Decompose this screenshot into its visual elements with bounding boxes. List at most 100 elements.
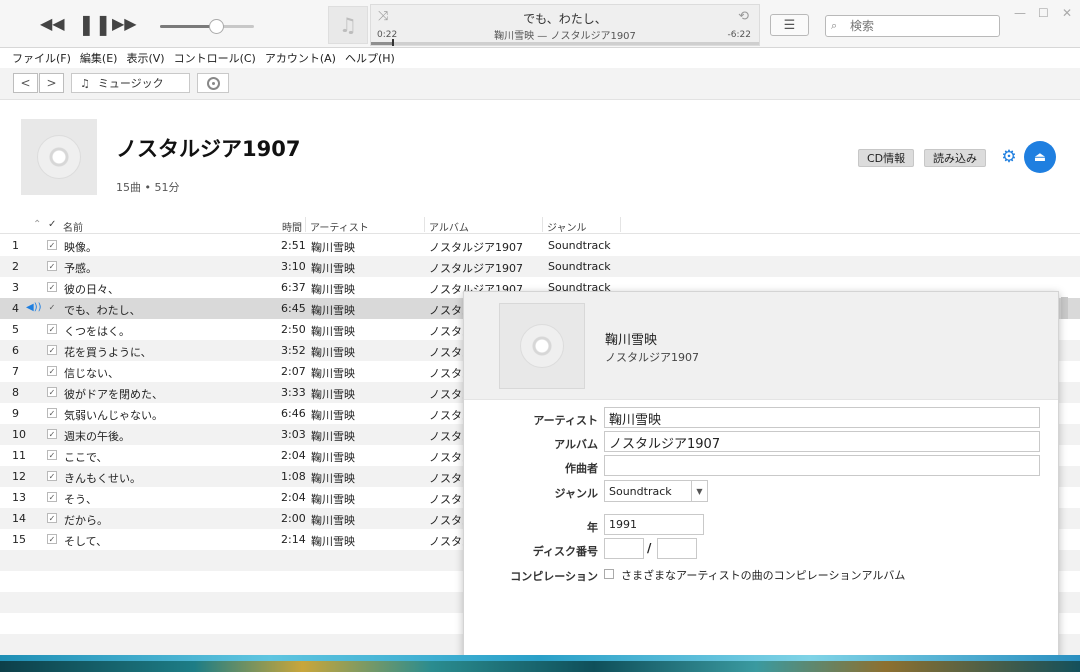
track-artist: 鞠川雪映: [311, 367, 355, 380]
year-field[interactable]: 1991: [604, 514, 704, 535]
cd-info-button[interactable]: CD情報: [858, 149, 915, 167]
track-checkbox[interactable]: ✓: [47, 429, 57, 439]
track-number: 3: [12, 281, 19, 294]
track-name: ここで、: [64, 451, 108, 464]
album-field[interactable]: ノスタルジア1907: [604, 431, 1040, 452]
track-checkbox[interactable]: ✓: [47, 387, 57, 397]
track-artist: 鞠川雪映: [311, 304, 355, 317]
column-album[interactable]: アルバム: [429, 219, 469, 234]
maximize-icon[interactable]: ☐: [1038, 6, 1049, 20]
scrollbar-thumb[interactable]: [1061, 297, 1068, 319]
track-checkbox[interactable]: ✓: [47, 303, 57, 313]
desktop-background: [0, 655, 1080, 672]
track-checkbox[interactable]: ✓: [47, 513, 57, 523]
close-icon[interactable]: ✕: [1062, 6, 1072, 20]
menu-file[interactable]: ファイル(F): [12, 50, 71, 66]
minimize-icon[interactable]: —: [1014, 6, 1026, 20]
genre-select[interactable]: Soundtrack ▼: [604, 480, 708, 502]
track-row[interactable]: 2 ✓ 予感。 3:10 鞠川雪映 ノスタルジア1907 Soundtrack: [0, 256, 1080, 277]
artist-field[interactable]: 鞠川雪映: [604, 407, 1040, 428]
track-artist: 鞠川雪映: [311, 493, 355, 506]
track-artist: 鞠川雪映: [311, 325, 355, 338]
track-number: 5: [12, 323, 19, 336]
check-column-icon[interactable]: ✓: [48, 219, 56, 230]
track-genre: Soundtrack: [548, 239, 611, 252]
search-input[interactable]: [850, 18, 990, 34]
track-time: 6:37: [281, 281, 306, 294]
track-name: 気弱いんじゃない。: [64, 409, 163, 422]
track-time: 2:51: [281, 239, 306, 252]
progress-knob[interactable]: [391, 39, 394, 46]
artist-label: アーティスト: [533, 414, 598, 427]
track-checkbox[interactable]: ✓: [47, 492, 57, 502]
info-artwork: [499, 303, 585, 389]
cd-icon: [206, 76, 220, 90]
track-number: 8: [12, 386, 19, 399]
sort-up-icon[interactable]: ⌃: [33, 219, 41, 230]
menu-account[interactable]: アカウント(A): [265, 50, 336, 66]
composer-field[interactable]: [604, 455, 1040, 476]
info-panel-header: 鞠川雪映 ノスタルジア1907: [464, 292, 1058, 400]
track-time: 3:10: [281, 260, 306, 273]
chevron-down-icon[interactable]: ▼: [691, 481, 707, 501]
disc-count-field[interactable]: [657, 538, 697, 559]
track-checkbox[interactable]: ✓: [47, 534, 57, 544]
track-number: 6: [12, 344, 19, 357]
track-name: 花を買うように、: [64, 346, 152, 359]
column-artist[interactable]: アーティスト: [310, 219, 369, 234]
media-source-select[interactable]: ♫ ミュージック: [71, 73, 190, 93]
fast-forward-icon[interactable]: ▶▶: [112, 14, 137, 33]
eject-button[interactable]: ⏏: [1024, 141, 1056, 173]
track-checkbox[interactable]: ✓: [47, 324, 57, 334]
column-time[interactable]: 時間: [282, 219, 302, 234]
track-row[interactable]: 1 ✓ 映像。 2:51 鞠川雪映 ノスタルジア1907 Soundtrack: [0, 235, 1080, 256]
progress-bar[interactable]: [371, 39, 759, 46]
rewind-icon[interactable]: ◀◀: [40, 14, 65, 33]
track-checkbox[interactable]: ✓: [47, 345, 57, 355]
forward-button[interactable]: >: [39, 73, 64, 93]
track-checkbox[interactable]: ✓: [47, 408, 57, 418]
volume-knob[interactable]: [209, 19, 225, 34]
column-name[interactable]: 名前: [63, 219, 83, 234]
volume-slider[interactable]: [160, 19, 254, 34]
track-name: 信じない、: [64, 367, 119, 380]
itunes-window: ◀◀ ❚❚ ▶▶ ♫ ⤨ ⟲ でも、わたし、 鞠川雪映 — ノスタルジア1907…: [0, 0, 1080, 655]
menu-help[interactable]: ヘルプ(H): [345, 50, 395, 66]
menu-edit[interactable]: 編集(E): [80, 50, 118, 66]
up-next-list-button[interactable]: ☰: [770, 14, 809, 36]
track-number: 11: [12, 449, 26, 462]
track-number: 14: [12, 512, 26, 525]
track-checkbox[interactable]: ✓: [47, 471, 57, 481]
track-name: 予感。: [64, 262, 97, 275]
track-checkbox[interactable]: ✓: [47, 366, 57, 376]
track-number: 9: [12, 407, 19, 420]
track-time: 2:50: [281, 323, 306, 336]
import-cd-button[interactable]: 読み込み: [924, 149, 986, 167]
disc-number-field[interactable]: [604, 538, 644, 559]
cd-button[interactable]: [197, 73, 229, 93]
track-time: 3:03: [281, 428, 306, 441]
track-artist: 鞠川雪映: [311, 409, 355, 422]
search-box[interactable]: ⌕: [825, 15, 1000, 37]
menu-controls[interactable]: コントロール(C): [174, 50, 256, 66]
track-checkbox[interactable]: ✓: [47, 240, 57, 250]
album-label: アルバム: [554, 438, 598, 451]
disc-separator: /: [647, 541, 652, 555]
track-time: 6:46: [281, 407, 306, 420]
track-checkbox[interactable]: ✓: [47, 261, 57, 271]
track-checkbox[interactable]: ✓: [47, 450, 57, 460]
pause-icon[interactable]: ❚❚: [78, 12, 112, 36]
column-genre[interactable]: ジャンル: [547, 219, 587, 234]
disc-icon: [520, 324, 564, 368]
gear-icon[interactable]: ⚙: [999, 147, 1019, 167]
track-checkbox[interactable]: ✓: [47, 282, 57, 292]
back-button[interactable]: <: [13, 73, 38, 93]
track-number: 15: [12, 533, 26, 546]
track-time: 2:04: [281, 449, 306, 462]
compilation-checkbox[interactable]: [604, 569, 614, 579]
track-genre: Soundtrack: [548, 260, 611, 273]
compilation-label: コンピレーション: [510, 570, 598, 583]
track-number: 2: [12, 260, 19, 273]
menu-view[interactable]: 表示(V): [126, 50, 164, 66]
track-time: 2:00: [281, 512, 306, 525]
